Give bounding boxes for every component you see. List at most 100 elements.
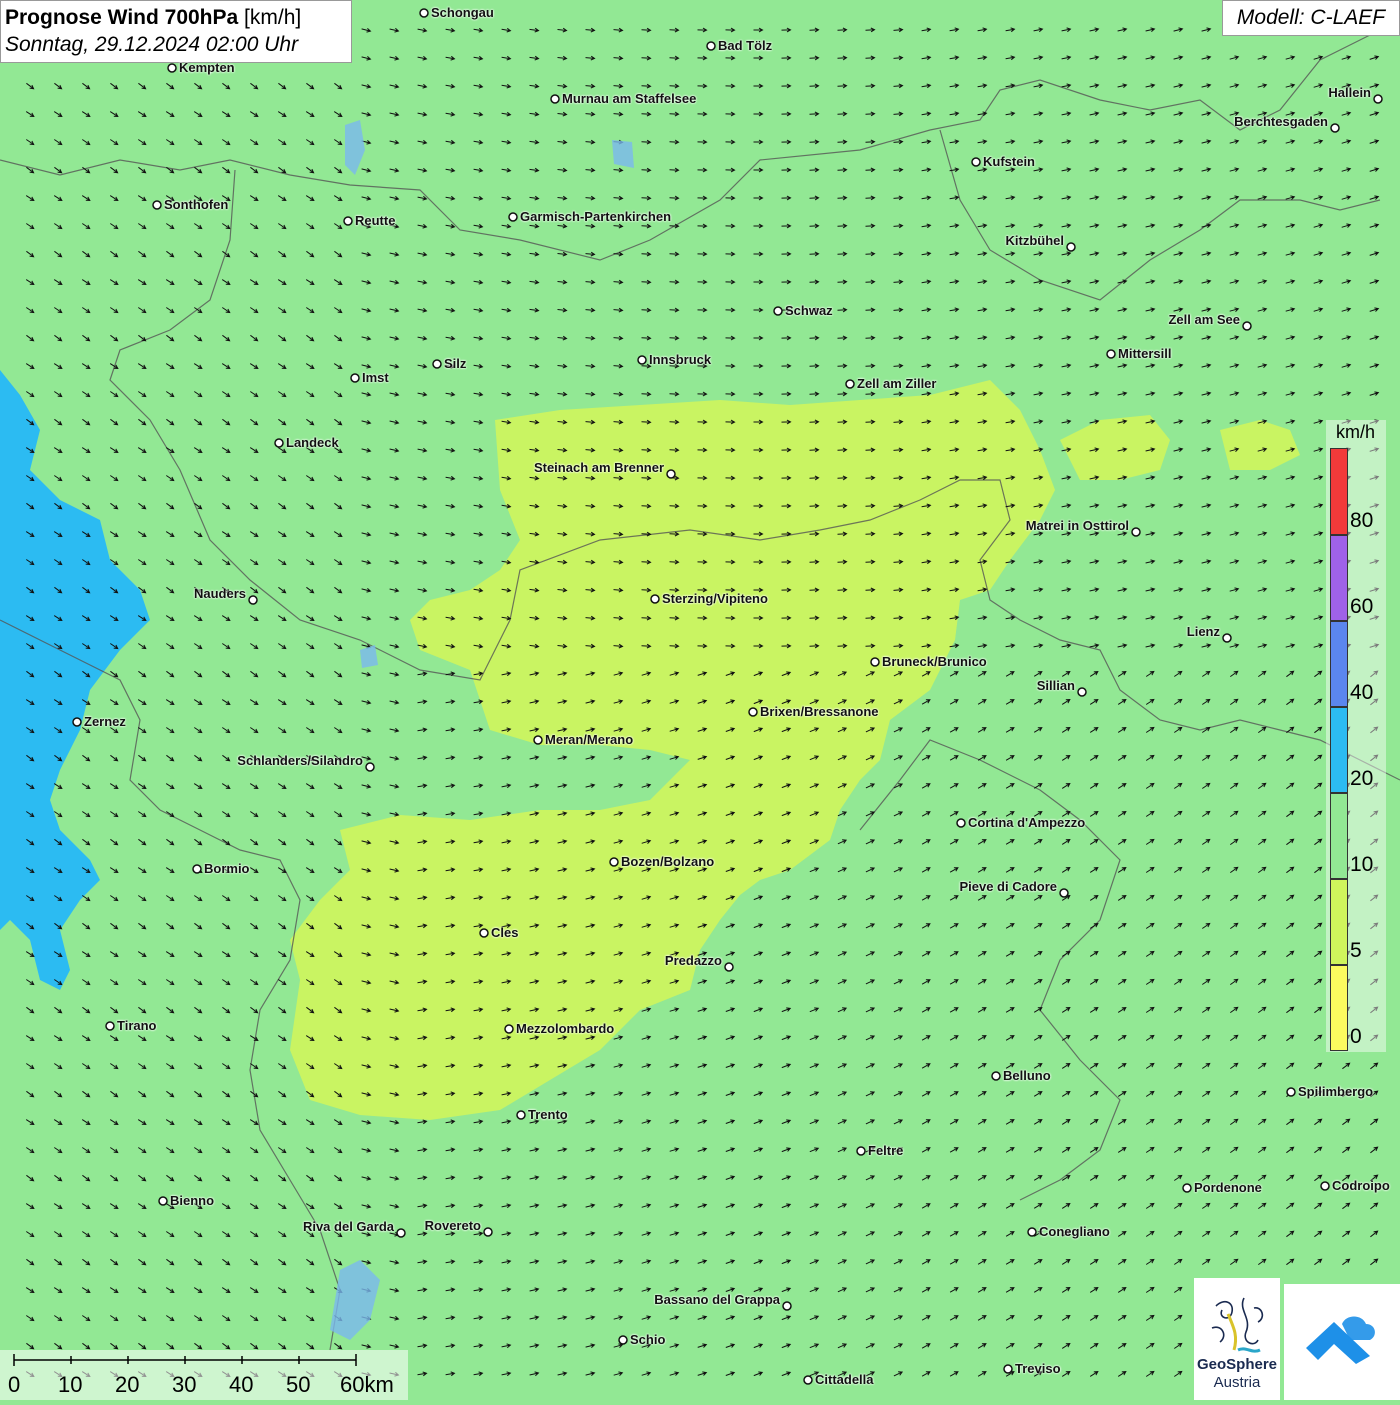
place-marker	[971, 157, 981, 167]
title-main: Prognose Wind 700hPa	[5, 6, 239, 29]
place-marker	[396, 1228, 406, 1238]
place-label: Schio	[630, 1332, 666, 1347]
place-marker	[1131, 527, 1141, 537]
legend-swatch-60	[1330, 535, 1348, 621]
place-label: Spilimbergo	[1298, 1084, 1374, 1099]
place-marker	[483, 1227, 493, 1237]
place-label: Landeck	[286, 435, 339, 450]
place-marker	[167, 63, 177, 73]
logo-name-line2: Austria	[1213, 1374, 1261, 1391]
place-marker	[1077, 687, 1087, 697]
place-marker	[550, 94, 560, 104]
place-marker	[1182, 1183, 1192, 1193]
place-marker	[1059, 888, 1069, 898]
color-legend: km/h 80 60 40 20 10 5 0	[1326, 420, 1386, 1052]
place-marker	[504, 1024, 514, 1034]
place-label: Nauders	[193, 586, 246, 601]
place-marker	[1286, 1087, 1296, 1097]
map-title-box: Prognose Wind 700hPa [km/h] Sonntag, 29.…	[0, 0, 352, 63]
place-marker	[274, 438, 284, 448]
scale-label-60km: 60km	[340, 1372, 394, 1397]
place-marker	[533, 735, 543, 745]
place-marker	[782, 1301, 792, 1311]
place-marker	[856, 1146, 866, 1156]
place-marker	[991, 1071, 1001, 1081]
geosphere-logo[interactable]: GeoSphere Austria	[1194, 1278, 1280, 1400]
place-label: Berchtesgaden	[1234, 114, 1328, 129]
place-marker	[365, 762, 375, 772]
place-label: Bad Tölz	[718, 38, 773, 53]
place-label: Predazzo	[664, 953, 722, 968]
place-marker	[419, 8, 429, 18]
legend-label-0: 0	[1350, 1025, 1362, 1048]
scale-label-0: 0	[8, 1372, 21, 1397]
place-label: Steinach am Brenner	[533, 460, 664, 475]
place-marker	[479, 928, 489, 938]
weather-app-logo[interactable]	[1284, 1284, 1400, 1400]
legend-swatch-20	[1330, 707, 1348, 793]
place-label: Bassano del Grappa	[654, 1292, 780, 1307]
place-label: Cortina d'Ampezzo	[968, 815, 1086, 830]
legend-label-20: 20	[1350, 767, 1374, 790]
place-label: Silz	[444, 356, 467, 371]
place-label: Sterzing/Vipiteno	[662, 591, 768, 606]
place-label: Imst	[362, 370, 389, 385]
scale-bar-line	[13, 1354, 357, 1366]
place-marker	[158, 1196, 168, 1206]
place-label: Zell am Ziller	[857, 376, 937, 391]
place-label: Innsbruck	[649, 352, 712, 367]
place-marker	[1106, 349, 1116, 359]
place-marker	[609, 857, 619, 867]
place-label: Brixen/Bressanone	[760, 704, 879, 719]
place-marker	[1330, 123, 1340, 133]
scale-label-50: 50	[286, 1372, 311, 1397]
place-label: Lienz	[1186, 624, 1220, 639]
place-marker	[192, 864, 202, 874]
place-label: Trento	[528, 1107, 568, 1122]
legend-label-40: 40	[1350, 681, 1374, 704]
place-marker	[956, 818, 966, 828]
place-label: Bienno	[170, 1193, 215, 1208]
scale-label-30: 30	[172, 1372, 197, 1397]
legend-unit: km/h	[1336, 422, 1376, 442]
place-label: Belluno	[1003, 1068, 1051, 1083]
place-marker	[248, 595, 258, 605]
place-marker	[516, 1110, 526, 1120]
legend-swatch-80	[1330, 448, 1348, 535]
place-label: Kufstein	[983, 154, 1035, 169]
legend-swatch-40	[1330, 621, 1348, 707]
legend-swatch-5	[1330, 879, 1348, 965]
place-label: Conegliano	[1039, 1224, 1110, 1239]
place-label: Sonthofen	[164, 197, 229, 212]
place-label: Bozen/Bolzano	[621, 854, 715, 869]
place-marker	[1027, 1227, 1037, 1237]
legend-swatch-0	[1330, 965, 1348, 1051]
place-label: Reutte	[355, 213, 396, 228]
place-label: Treviso	[1015, 1361, 1061, 1376]
place-label: Meran/Merano	[545, 732, 634, 747]
place-label: Riva del Garda	[302, 1219, 394, 1234]
scale-label-20: 20	[115, 1372, 140, 1397]
place-label: Kempten	[179, 60, 235, 75]
scale-label-40: 40	[229, 1372, 254, 1397]
place-label: Schongau	[431, 5, 494, 20]
scale-bar: 0 10 20 30 40 50 60km	[0, 1350, 408, 1400]
place-marker	[637, 355, 647, 365]
place-marker	[72, 717, 82, 727]
logo-name-line1: GeoSphere	[1196, 1356, 1278, 1373]
place-label: Hallein	[1328, 85, 1371, 100]
place-marker	[1222, 633, 1232, 643]
place-label: Bormio	[204, 861, 250, 876]
place-label: Zell am See	[1168, 312, 1240, 327]
place-marker	[343, 216, 353, 226]
place-label: Pieve di Cadore	[959, 879, 1057, 894]
place-label: Matrei in Osttirol	[1025, 518, 1129, 533]
place-label: Schwaz	[785, 303, 833, 318]
scale-label-10: 10	[58, 1372, 83, 1397]
model-label: Modell: C-LAEF	[1222, 0, 1400, 36]
place-label: Garmisch-Partenkirchen	[520, 209, 672, 224]
place-marker	[748, 707, 758, 717]
place-label: Mezzolombardo	[516, 1021, 615, 1036]
place-marker	[1066, 242, 1076, 252]
place-marker	[724, 962, 734, 972]
